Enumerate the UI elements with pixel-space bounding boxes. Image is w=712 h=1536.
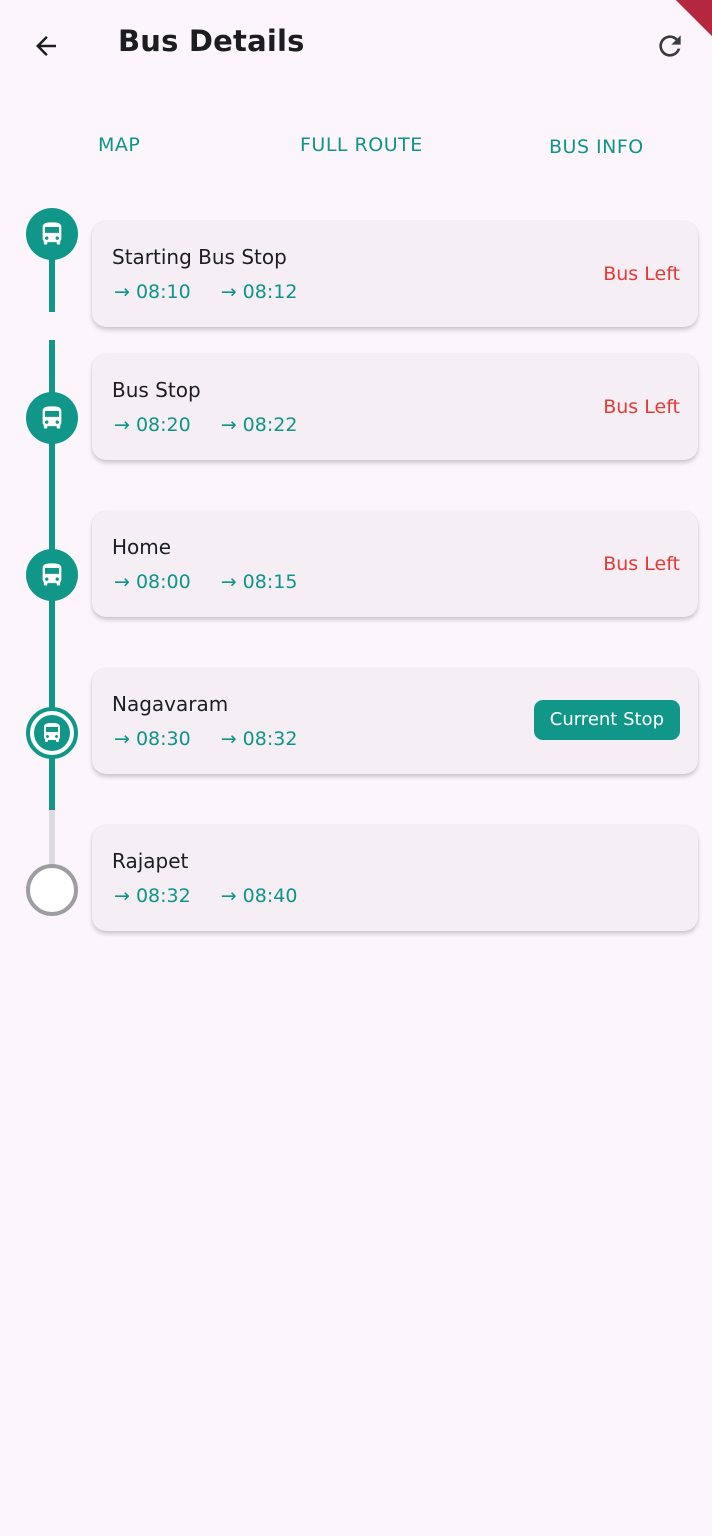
arrival-time: → 08:32 <box>114 885 191 907</box>
current-stop-badge: Current Stop <box>533 700 680 740</box>
arrival-time: → 08:00 <box>114 571 191 593</box>
timeline-node-current <box>26 707 78 759</box>
stop-times: → 08:30 → 08:32 <box>114 728 297 750</box>
stop-card[interactable]: Rajapet → 08:32 → 08:40 <box>92 825 698 931</box>
refresh-icon <box>659 35 681 57</box>
timeline-connector-upcoming <box>49 810 55 866</box>
tab-full-route[interactable]: FULL ROUTE <box>300 134 423 156</box>
status-label: Bus Left <box>603 396 680 418</box>
status-label: Bus Left <box>603 553 680 575</box>
bus-icon <box>42 406 62 429</box>
tab-bus-info[interactable]: BUS INFO <box>549 136 644 158</box>
arrival-time: → 08:30 <box>114 728 191 750</box>
stop-name: Rajapet <box>112 849 189 873</box>
stop-times: → 08:00 → 08:15 <box>114 571 297 593</box>
status-label: Bus Left <box>603 263 680 285</box>
arrival-time: → 08:10 <box>114 281 191 303</box>
arrival-time: → 08:20 <box>114 414 191 436</box>
bus-icon <box>44 723 60 742</box>
tab-map[interactable]: MAP <box>98 134 140 156</box>
stop-name: Starting Bus Stop <box>112 245 287 269</box>
tab-bar: MAP FULL ROUTE BUS INFO <box>0 120 712 172</box>
stop-times: → 08:32 → 08:40 <box>114 885 297 907</box>
stop-card[interactable]: Bus Stop → 08:20 → 08:22 Bus Left <box>92 354 698 460</box>
arrow-left-icon <box>36 36 56 56</box>
timeline-node-upcoming <box>26 864 78 916</box>
timeline-node-passed <box>26 392 78 444</box>
stop-card[interactable]: Home → 08:00 → 08:15 Bus Left <box>92 511 698 617</box>
app-bar: Bus Details <box>0 0 712 92</box>
current-node-inner <box>34 715 70 751</box>
stop-name: Nagavaram <box>112 692 229 716</box>
bus-icon <box>42 563 62 586</box>
stop-card[interactable]: Nagavaram → 08:30 → 08:32 Current Stop <box>92 668 698 774</box>
timeline-node-passed <box>26 208 78 260</box>
refresh-button[interactable] <box>648 26 692 66</box>
stop-card[interactable]: Starting Bus Stop → 08:10 → 08:12 Bus Le… <box>92 221 698 327</box>
timeline-node-passed <box>26 549 78 601</box>
departure-time: → 08:40 <box>220 885 298 907</box>
page-title: Bus Details <box>118 24 305 58</box>
back-button[interactable] <box>24 26 68 66</box>
stop-name: Bus Stop <box>112 378 201 402</box>
departure-time: → 08:15 <box>220 571 298 593</box>
stop-name: Home <box>112 535 172 559</box>
departure-time: → 08:12 <box>220 281 298 303</box>
bus-icon <box>42 222 62 245</box>
departure-time: → 08:22 <box>220 414 298 436</box>
departure-time: → 08:32 <box>220 728 298 750</box>
stop-times: → 08:10 → 08:12 <box>114 281 297 303</box>
stop-times: → 08:20 → 08:22 <box>114 414 297 436</box>
